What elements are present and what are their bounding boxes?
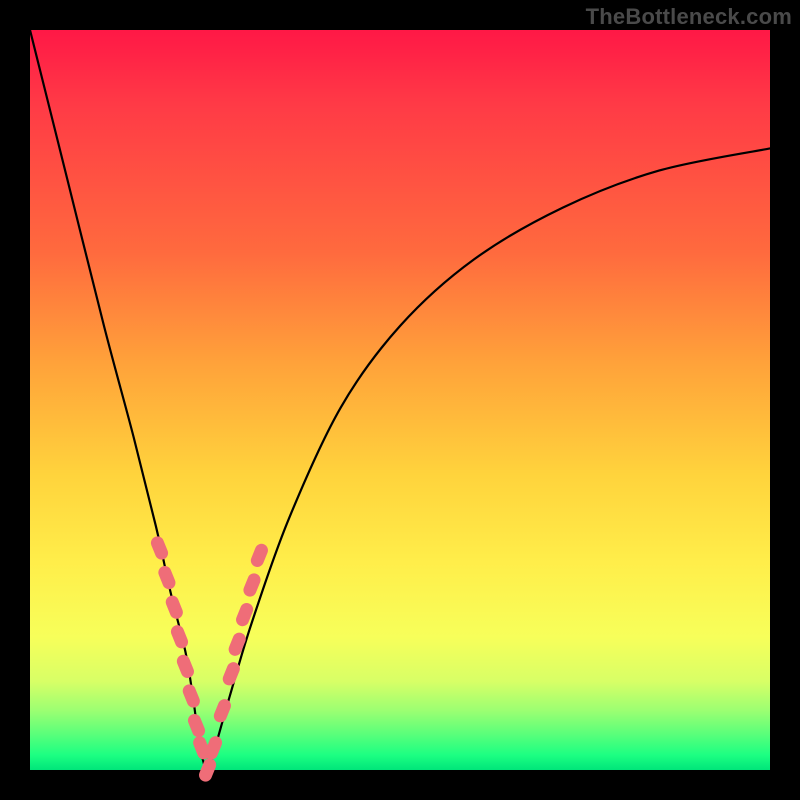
curve-marker — [149, 534, 170, 561]
watermark-text: TheBottleneck.com — [586, 4, 792, 30]
chart-frame: TheBottleneck.com — [0, 0, 800, 800]
curve-marker — [212, 697, 233, 724]
curve-marker — [156, 564, 177, 591]
curve-marker — [249, 542, 270, 569]
curve-marker — [175, 653, 196, 680]
bottleneck-curve — [30, 30, 770, 770]
curve-marker — [241, 571, 262, 598]
curve-marker — [164, 594, 185, 621]
plot-area — [30, 30, 770, 770]
curve-marker — [181, 682, 202, 709]
curve-marker — [169, 623, 190, 650]
curve-marker — [197, 756, 218, 783]
curve-marker — [186, 712, 207, 739]
